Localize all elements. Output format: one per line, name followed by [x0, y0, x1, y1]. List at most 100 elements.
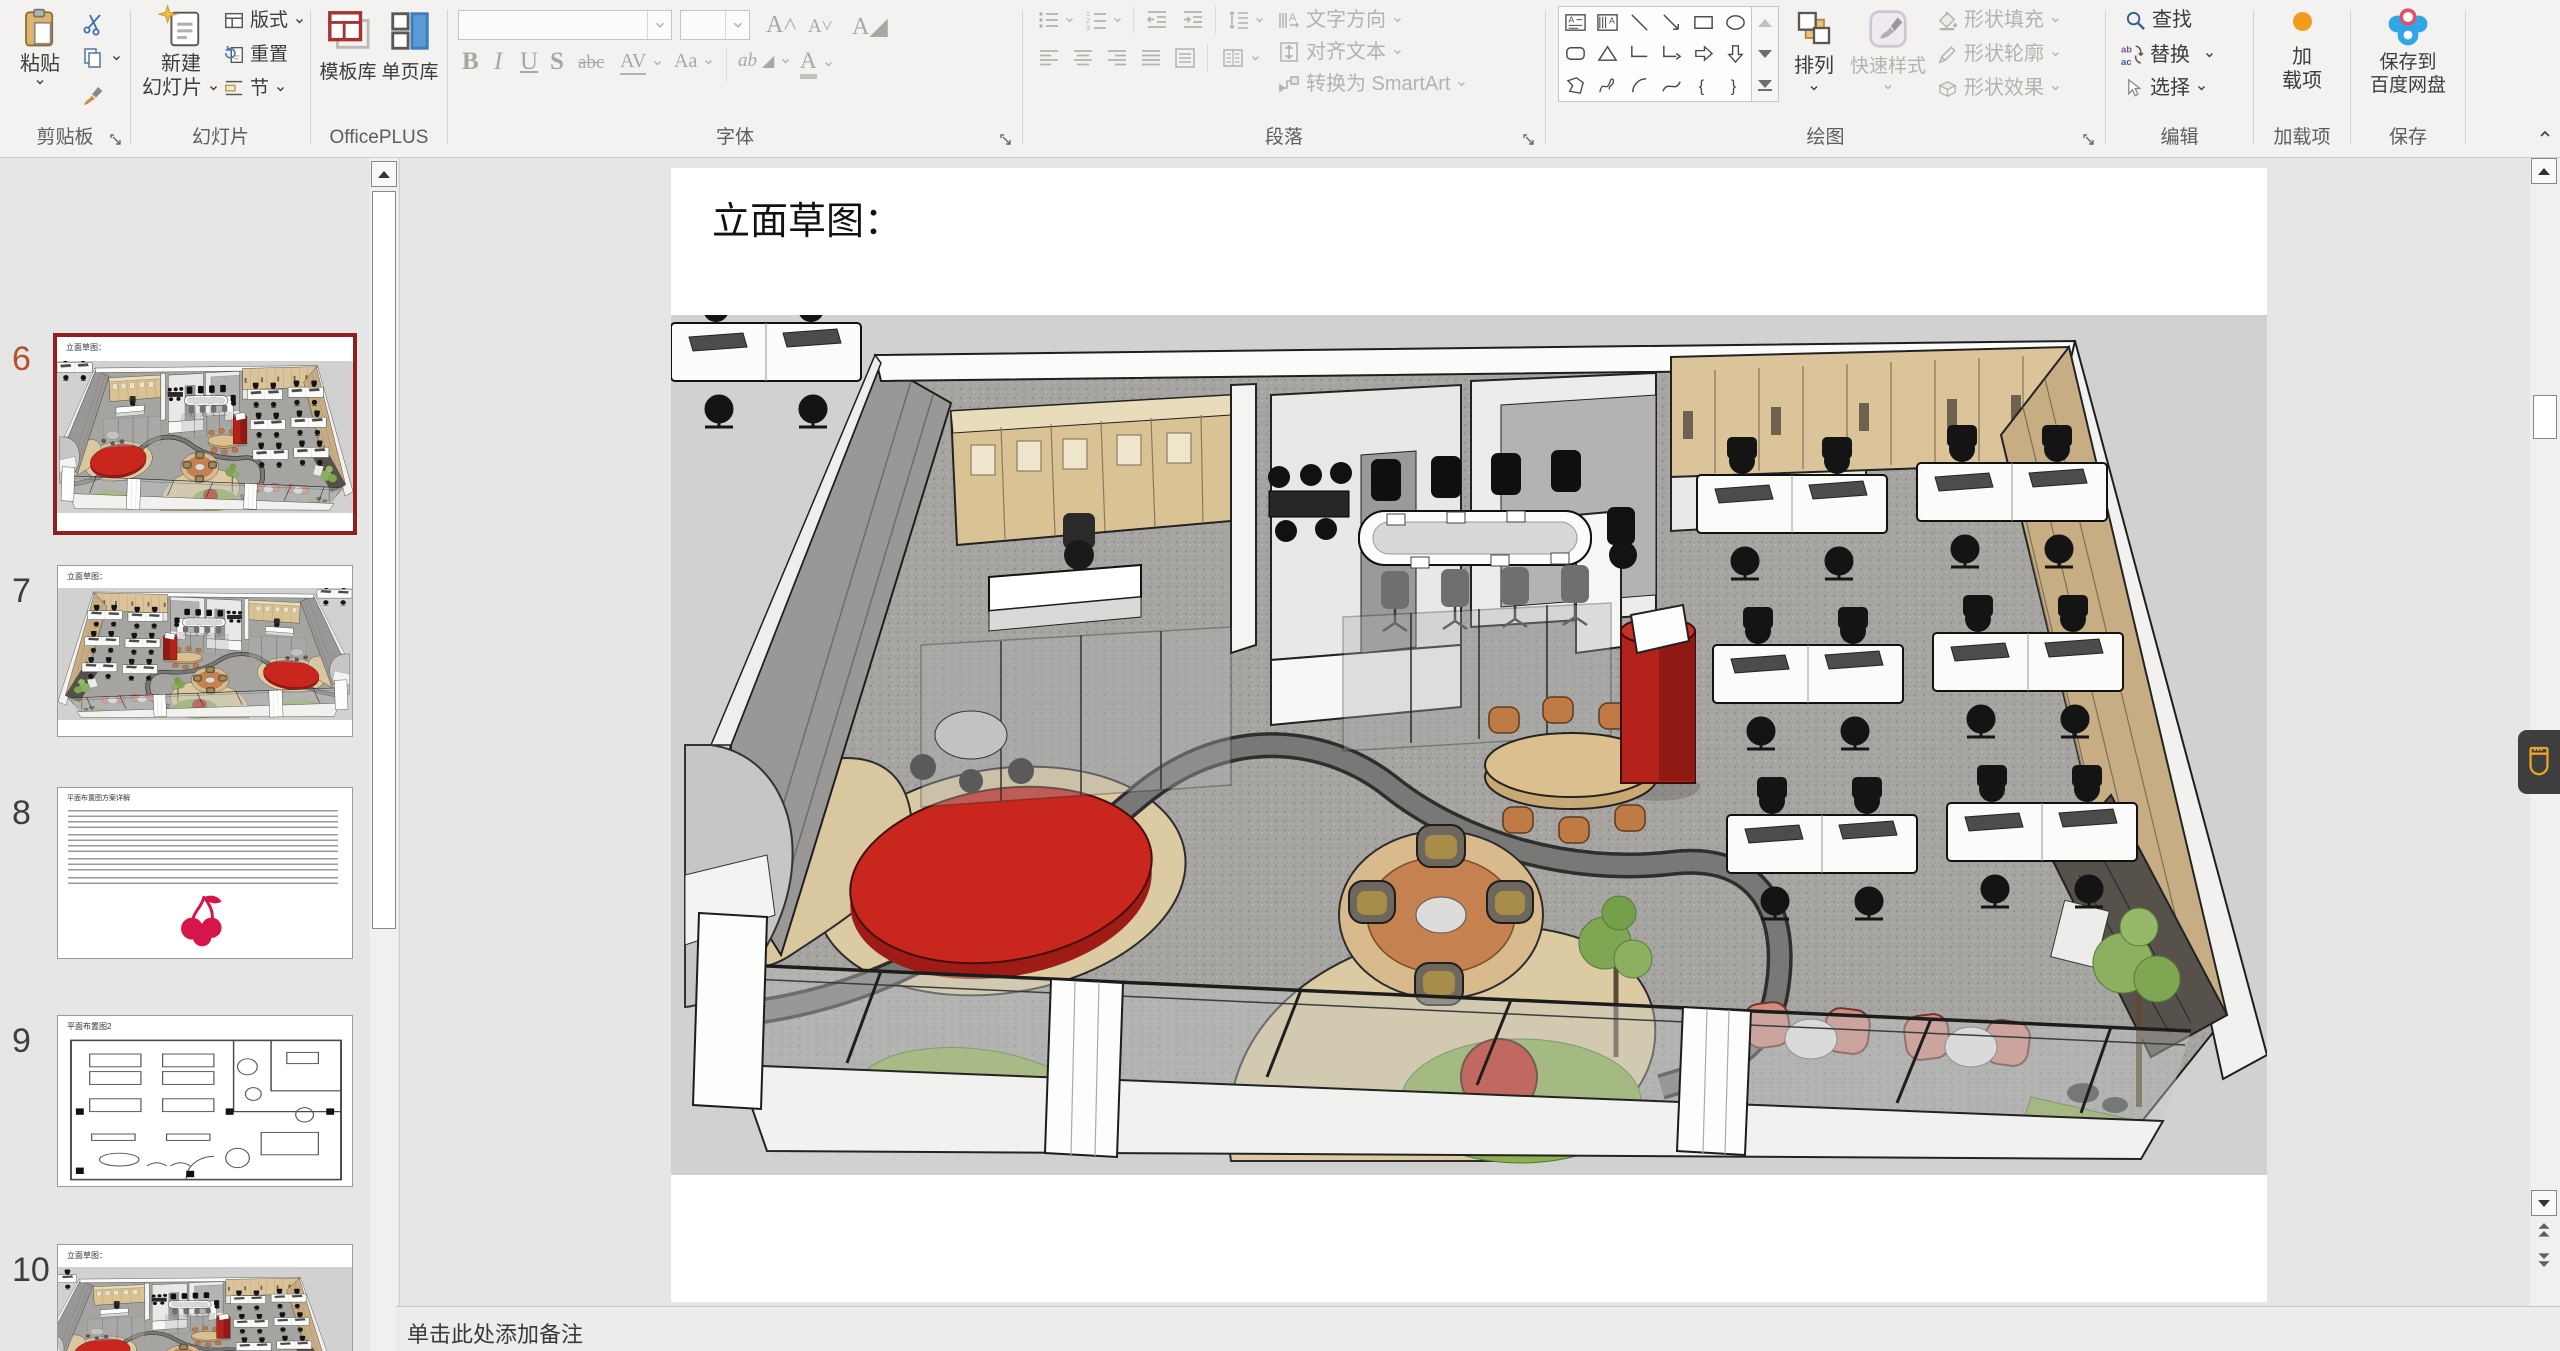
- increase-indent-button[interactable]: [1181, 8, 1205, 32]
- select-button[interactable]: 选择: [2122, 76, 2208, 100]
- new-slide-button[interactable]: 新建 幻灯片: [143, 4, 219, 100]
- bullets-chevron-icon[interactable]: [1063, 14, 1076, 26]
- shape-curve-icon[interactable]: [1660, 74, 1683, 97]
- convert-smartart-button[interactable]: 转换为 SmartArt: [1277, 72, 1468, 96]
- shape-right-brace-icon[interactable]: [1724, 74, 1747, 97]
- clipboard-dialog-launcher[interactable]: [108, 132, 124, 148]
- shape-gallery-more[interactable]: [1752, 70, 1778, 101]
- slide-title-textbox[interactable]: 立面草图：: [712, 190, 902, 245]
- scroll-up-button[interactable]: [2531, 158, 2557, 184]
- shrink-font-button[interactable]: A˅: [808, 16, 832, 38]
- align-center-button[interactable]: [1071, 46, 1095, 70]
- align-right-button[interactable]: [1105, 46, 1129, 70]
- shape-oval-icon[interactable]: [1724, 11, 1747, 34]
- change-case-button[interactable]: Aa: [674, 50, 715, 73]
- shape-scribble-icon[interactable]: [1596, 74, 1619, 97]
- replace-button[interactable]: 替换: [2120, 42, 2216, 67]
- bullets-button[interactable]: [1037, 8, 1061, 32]
- font-color-button[interactable]: A: [800, 48, 835, 79]
- template-library-button[interactable]: 模板库: [319, 8, 377, 85]
- section-button[interactable]: 节: [223, 78, 287, 101]
- slide-thumbnail-9[interactable]: 平面布置图2: [57, 1015, 353, 1187]
- strikethrough-button[interactable]: abc: [578, 52, 604, 74]
- shape-gallery-scroll[interactable]: [1752, 6, 1779, 102]
- thumbnail-scroll-up-button[interactable]: [371, 161, 397, 187]
- slide-thumbnail-6[interactable]: 立面草图：: [53, 333, 357, 535]
- scroll-down-button[interactable]: [2531, 1190, 2557, 1216]
- paragraph-dialog-launcher[interactable]: [1521, 132, 1537, 148]
- collapse-ribbon-button[interactable]: [2534, 126, 2556, 142]
- previous-slide-button[interactable]: [2535, 1222, 2553, 1240]
- columns-button[interactable]: [1221, 46, 1245, 70]
- shape-gallery[interactable]: [1558, 6, 1752, 102]
- character-spacing-button[interactable]: AV: [620, 50, 664, 75]
- shape-textbox-icon[interactable]: [1564, 11, 1587, 34]
- slide-thumbnail-7[interactable]: 立面草图：: [57, 565, 353, 737]
- clear-formatting-button[interactable]: A◢: [852, 12, 888, 41]
- shape-outline-button[interactable]: 形状轮廓: [1936, 42, 2062, 66]
- shape-rectangle-icon[interactable]: [1692, 11, 1715, 34]
- font-dialog-launcher[interactable]: [998, 132, 1014, 148]
- italic-button[interactable]: I: [494, 48, 502, 76]
- shape-line-icon[interactable]: [1628, 11, 1651, 34]
- layout-button[interactable]: 版式: [223, 10, 306, 33]
- thumbnail-scrollbar[interactable]: [370, 158, 398, 1351]
- copy-button[interactable]: [80, 46, 106, 70]
- shape-elbow-arrow-icon[interactable]: [1660, 42, 1683, 65]
- columns-chevron-icon[interactable]: [1249, 52, 1262, 64]
- slide-canvas[interactable]: 立面草图：: [671, 168, 2267, 1302]
- align-text-button[interactable]: 对齐文本: [1277, 40, 1404, 64]
- addins-button[interactable]: 加 载项: [2264, 12, 2340, 93]
- shape-elbow-connector-icon[interactable]: [1628, 42, 1651, 65]
- find-button[interactable]: 查找: [2124, 8, 2192, 32]
- shape-triangle-icon[interactable]: [1596, 42, 1619, 65]
- text-direction-button[interactable]: 文字方向: [1277, 8, 1404, 32]
- shape-vertical-textbox-icon[interactable]: [1596, 11, 1619, 34]
- slide-thumbnail-8[interactable]: 平面布置图方案详解: [57, 787, 353, 959]
- shape-line-arrow-icon[interactable]: [1660, 11, 1683, 34]
- paste-button[interactable]: 粘贴: [10, 4, 70, 88]
- copy-chevron-icon[interactable]: [110, 52, 123, 64]
- thumbnail-scrollbar-thumb[interactable]: [372, 191, 396, 929]
- cut-button[interactable]: [80, 12, 106, 36]
- main-scrollbar-thumb[interactable]: [2533, 395, 2557, 439]
- shape-arc-icon[interactable]: [1628, 74, 1651, 97]
- reset-button[interactable]: 重置: [223, 44, 288, 67]
- underline-button[interactable]: U: [520, 48, 538, 76]
- quick-styles-button[interactable]: 快速样式: [1846, 6, 1930, 93]
- text-shadow-button[interactable]: S: [550, 48, 564, 76]
- shape-gallery-scroll-up[interactable]: [1752, 7, 1778, 38]
- grow-font-button[interactable]: A˄: [766, 12, 797, 39]
- align-left-button[interactable]: [1037, 46, 1061, 70]
- font-name-chevron-icon[interactable]: [647, 11, 671, 39]
- font-name-combobox[interactable]: [458, 10, 672, 40]
- notes-pane[interactable]: 单击此处添加备注: [395, 1306, 2560, 1351]
- shape-rounded-rect-icon[interactable]: [1564, 42, 1587, 65]
- format-painter-button[interactable]: [80, 84, 106, 108]
- decrease-indent-button[interactable]: [1145, 8, 1169, 32]
- font-size-combobox[interactable]: [680, 10, 750, 40]
- office-render-illustration[interactable]: [671, 315, 2267, 1175]
- line-spacing-chevron-icon[interactable]: [1253, 14, 1266, 26]
- bold-button[interactable]: B: [462, 48, 479, 76]
- numbering-chevron-icon[interactable]: [1111, 14, 1124, 26]
- highlight-color-button[interactable]: ab◢: [738, 50, 792, 72]
- page-library-button[interactable]: 单页库: [381, 8, 439, 85]
- notes-placeholder[interactable]: 单击此处添加备注: [407, 1317, 583, 1349]
- shape-gallery-scroll-down[interactable]: [1752, 38, 1778, 69]
- shape-fill-button[interactable]: 形状填充: [1936, 8, 2062, 32]
- save-to-baidu-button[interactable]: 保存到 百度网盘: [2359, 4, 2457, 98]
- distribute-text-button[interactable]: [1173, 46, 1197, 70]
- shape-block-arrow-right-icon[interactable]: [1692, 42, 1715, 65]
- slide-thumbnail-10[interactable]: 立面草图：: [57, 1244, 353, 1351]
- arrange-button[interactable]: 排列: [1786, 8, 1842, 94]
- next-slide-button[interactable]: [2535, 1250, 2553, 1268]
- line-spacing-button[interactable]: [1227, 8, 1251, 32]
- numbering-button[interactable]: [1085, 8, 1109, 32]
- shape-effects-button[interactable]: 形状效果: [1936, 76, 2062, 100]
- shape-freeform-icon[interactable]: [1564, 74, 1587, 97]
- justify-button[interactable]: [1139, 46, 1163, 70]
- font-size-chevron-icon[interactable]: [725, 11, 749, 39]
- drawing-dialog-launcher[interactable]: [2081, 132, 2097, 148]
- shape-left-brace-icon[interactable]: [1692, 74, 1715, 97]
